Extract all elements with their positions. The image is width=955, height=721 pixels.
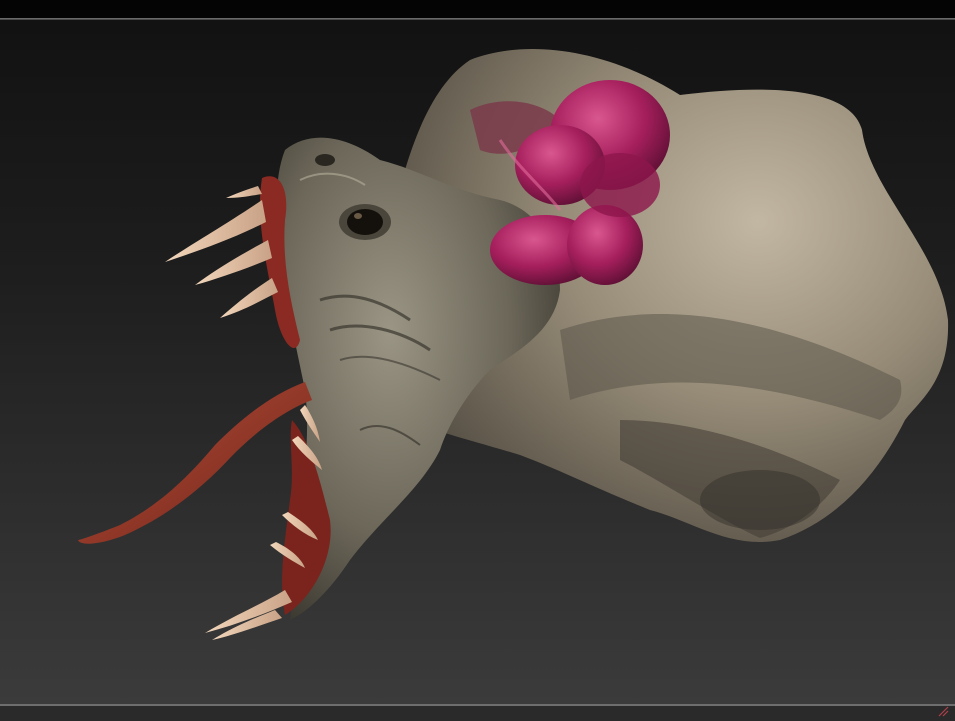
creature-tongue (78, 382, 312, 544)
creature-model-render[interactable] (0, 20, 955, 704)
creature-eye (339, 204, 391, 240)
nostril (315, 154, 335, 166)
top-toolbar (0, 0, 955, 18)
corner-resize-icon[interactable] (937, 705, 949, 717)
app-window (0, 0, 955, 721)
3d-viewport-canvas[interactable] (0, 20, 955, 704)
bottom-status-bar (0, 706, 955, 721)
upper-teeth (165, 186, 278, 318)
